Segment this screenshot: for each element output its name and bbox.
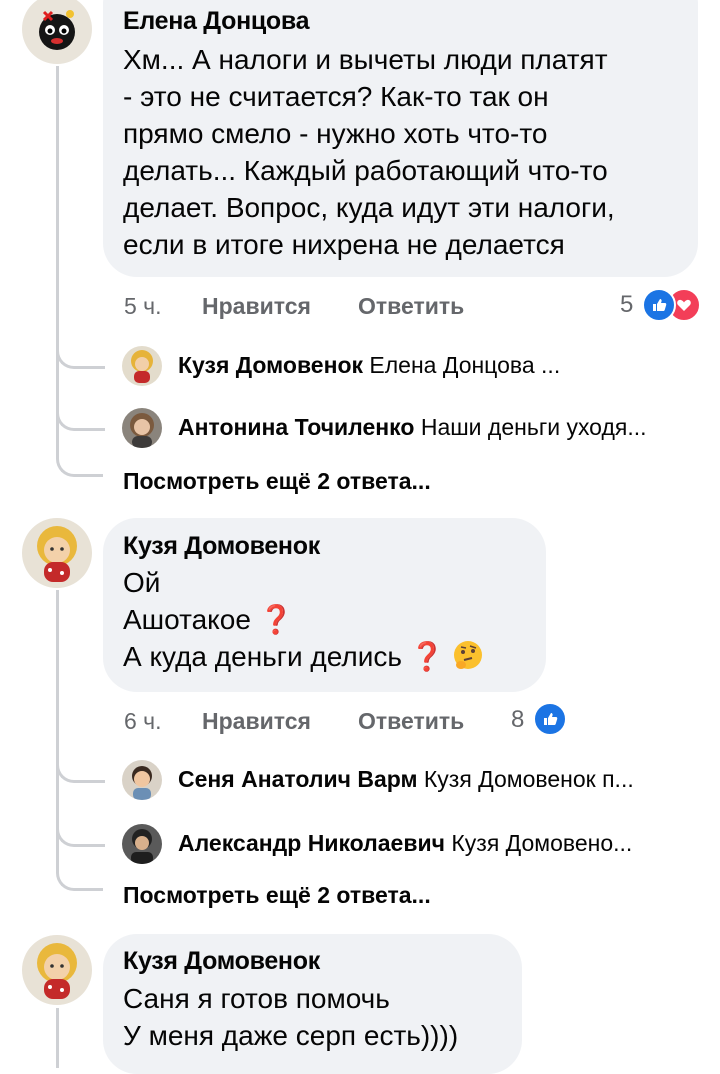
thinking-face-emoji-icon xyxy=(454,641,483,669)
comment-line: У меня даже серп есть)))) xyxy=(123,1020,459,1051)
reply-avatar[interactable] xyxy=(122,760,162,800)
comment-line: прямо смело - нужно хоть что-то xyxy=(123,118,548,149)
reaction-count[interactable]: 8 xyxy=(511,706,524,734)
reply-preview: Кузя Домовенок п... xyxy=(423,766,634,792)
comment-line: делать... Каждый работающий что-то xyxy=(123,155,608,186)
reply-button[interactable]: Ответить xyxy=(358,293,464,320)
comment-text: Саня я готов помочь У меня даже серп ест… xyxy=(123,980,458,1054)
reply-avatar[interactable] xyxy=(122,408,162,448)
reply-avatar[interactable] xyxy=(122,824,162,864)
avatar[interactable] xyxy=(22,0,92,64)
question-emoji-icon: ❓ xyxy=(258,604,294,635)
avatar[interactable] xyxy=(22,518,92,588)
comment-text: Хм... А налоги и вычеты люди платят - эт… xyxy=(123,41,615,263)
reply-author[interactable]: Кузя Домовенок xyxy=(178,352,363,378)
reply-author[interactable]: Антонина Точиленко xyxy=(178,414,414,440)
avatar-image xyxy=(37,943,77,999)
thread-branch xyxy=(56,406,105,431)
view-more-replies[interactable]: Посмотреть ещё 2 ответа... xyxy=(123,468,431,495)
like-icon[interactable] xyxy=(642,288,676,322)
thread-branch xyxy=(56,822,105,847)
thread-line xyxy=(56,66,59,451)
comment-line: А куда деньги делись ❓ xyxy=(123,638,484,675)
thread-line xyxy=(56,1008,59,1068)
comment-timestamp[interactable]: 6 ч. xyxy=(124,708,162,735)
view-more-replies[interactable]: Посмотреть ещё 2 ответа... xyxy=(123,882,431,909)
reply-preview: Елена Донцова ... xyxy=(369,352,561,378)
comment-line: - это не считается? Как-то так он xyxy=(123,81,549,112)
comment-line: Саня я готов помочь xyxy=(123,983,390,1014)
comment-line: Хм... А налоги и вычеты люди платят xyxy=(123,44,608,75)
avatar-image xyxy=(132,766,152,800)
like-button[interactable]: Нравится xyxy=(202,708,311,735)
reply-author[interactable]: Александр Николаевич xyxy=(178,830,445,856)
question-emoji-icon: ❓ xyxy=(409,641,445,672)
reaction-count[interactable]: 5 xyxy=(620,291,633,319)
thread-branch xyxy=(56,344,105,369)
comment-text: Ой Ашотакое ❓ А куда деньги делись ❓ xyxy=(123,564,484,675)
comment-timestamp[interactable]: 5 ч. xyxy=(124,293,162,320)
thread-branch xyxy=(56,758,105,783)
avatar-image xyxy=(131,829,153,864)
reply-button[interactable]: Ответить xyxy=(358,708,464,735)
comment-line: если в итоге нихрена не делается xyxy=(123,229,565,260)
avatar-image xyxy=(130,413,154,448)
comment-author[interactable]: Кузя Домовенок xyxy=(123,947,320,976)
like-icon[interactable] xyxy=(533,702,567,736)
avatar-image xyxy=(131,350,153,383)
comment-author[interactable]: Елена Донцова xyxy=(123,7,310,36)
avatar[interactable] xyxy=(22,935,92,1005)
avatar-image xyxy=(39,10,75,50)
avatar-image xyxy=(37,526,77,582)
reply-author[interactable]: Сеня Анатолич Варм xyxy=(178,766,418,792)
comment-line: делает. Вопрос, куда идут эти налоги, xyxy=(123,192,615,223)
like-button[interactable]: Нравится xyxy=(202,293,311,320)
reply-avatar[interactable] xyxy=(122,346,162,386)
comment-line: Ашотакое ❓ xyxy=(123,604,294,635)
comment-author[interactable]: Кузя Домовенок xyxy=(123,532,320,561)
reply-item[interactable]: Антонина Точиленко Наши деньги уходя... xyxy=(178,414,647,441)
reply-preview: Наши деньги уходя... xyxy=(420,414,647,440)
comment-line: Ой xyxy=(123,567,161,598)
thread-branch xyxy=(56,864,103,891)
thread-branch xyxy=(56,450,103,477)
reply-preview: Кузя Домовено... xyxy=(451,830,633,856)
reply-item[interactable]: Сеня Анатолич Варм Кузя Домовенок п... xyxy=(178,766,634,793)
reply-item[interactable]: Кузя Домовенок Елена Донцова ... xyxy=(178,352,560,379)
reply-item[interactable]: Александр Николаевич Кузя Домовено... xyxy=(178,830,632,857)
